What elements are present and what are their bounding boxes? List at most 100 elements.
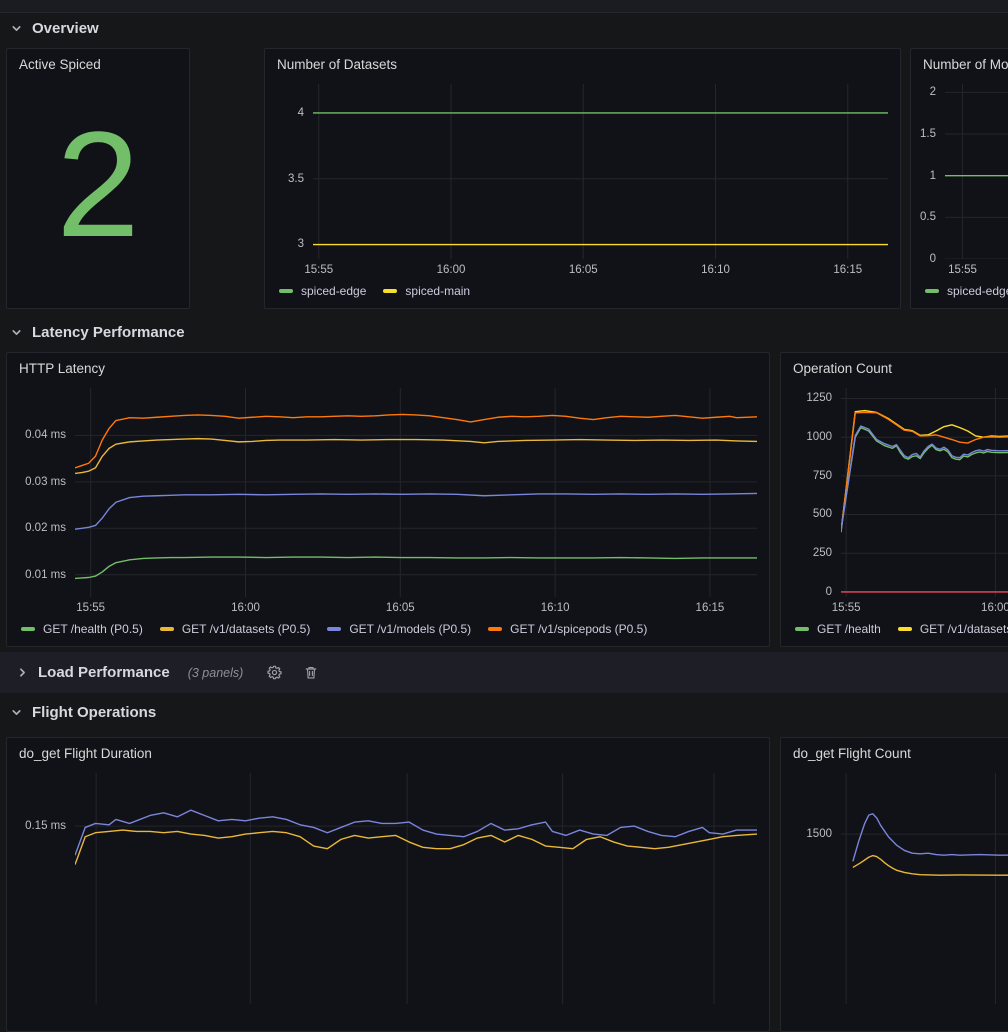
x-axis: 15:5516:00 [841,600,1008,618]
chart-body: 43.53 [269,84,888,259]
y-tick-label: 3 [298,238,304,250]
panel-title[interactable]: Number of Models [911,49,1008,74]
http-latency-chart: 0.04 ms0.03 ms0.02 ms0.01 ms15:5516:0016… [7,378,769,646]
chart-legend: spiced-edge [915,280,1008,302]
x-axis: 15:5516:0016:0516:1016:15 [75,600,757,618]
legend-swatch [488,627,502,631]
x-tick-label: 16:05 [569,264,598,276]
chart-legend: spiced-edge spiced-main [269,280,888,302]
section-title: Load Performance [38,664,170,681]
panel-flight-duration: do_get Flight Duration 0.15 ms [6,737,770,1032]
y-tick-label: 750 [813,470,832,482]
legend-swatch [898,627,912,631]
panel-active-spiced: Active Spiced 2 [6,48,190,309]
y-axis: 43.53 [269,84,313,259]
legend-swatch [21,627,35,631]
y-tick-label: 1250 [806,392,832,404]
chart-legend: GET /health (P0.5) GET /v1/datasets (P0.5… [11,618,757,640]
models-chart: 2 1.5 1 0.5 0 15:55 spiced-edge [911,74,1008,308]
panel-title[interactable]: Active Spiced [7,49,189,74]
x-axis: 15:55 [945,262,1008,280]
y-axis: 125010007505002500 [785,388,841,597]
stat-value: 2 [7,74,189,308]
y-tick-label: 0 [930,253,936,265]
plot-area[interactable] [75,773,757,1004]
legend-item[interactable]: GET /v1/datasets (P0.5) [160,622,311,636]
legend-item[interactable]: spiced-edge [279,284,366,298]
chart-body: 21.510.50 [915,84,1008,259]
plot-area[interactable] [313,84,888,259]
y-axis: 21.510.50 [915,84,945,259]
chart-body: 1500 [785,773,1008,1004]
y-tick-label: 0.01 ms [25,569,66,581]
y-tick-label: 2 [930,86,936,98]
panel-number-of-models: Number of Models 2 1.5 1 0.5 0 15:55 spiced-ed… [910,48,1008,309]
chevron-down-icon [10,326,23,339]
x-tick-label: 16:00 [981,602,1008,614]
x-tick-label: 16:00 [231,602,260,614]
x-tick-label: 15:55 [948,264,977,276]
legend-item[interactable]: GET /v1/datasets [898,622,1008,636]
x-tick-label: 16:10 [541,602,570,614]
legend-swatch [795,627,809,631]
trash-icon[interactable] [304,665,318,680]
y-tick-label: 1000 [806,431,832,443]
y-tick-label: 4 [298,107,304,119]
x-tick-label: 16:15 [833,264,862,276]
legend-swatch [383,289,397,293]
section-title: Flight Operations [32,704,156,721]
chevron-down-icon [10,706,23,719]
y-tick-label: 500 [813,508,832,520]
flight-count-chart: 1500 [781,763,1008,1031]
legend-swatch [925,289,939,293]
y-tick-label: 0.15 ms [25,820,66,832]
chart-body: 0.04 ms0.03 ms0.02 ms0.01 ms [11,388,757,597]
section-header-load-performance[interactable]: Load Performance (3 panels) [0,652,1008,693]
flight-duration-chart: 0.15 ms [7,763,769,1031]
section-title: Latency Performance [32,324,185,341]
y-tick-label: 0.5 [920,211,936,223]
x-tick-label: 16:05 [386,602,415,614]
legend-item[interactable]: spiced-edge [925,284,1008,298]
y-tick-label: 1.5 [920,128,936,140]
chart-legend: GET /health GET /v1/datasets [785,618,1008,640]
panel-title[interactable]: do_get Flight Duration [7,738,769,763]
x-tick-label: 16:10 [701,264,730,276]
x-tick-label: 15:55 [304,264,333,276]
gear-icon[interactable] [267,665,282,680]
x-axis [841,1007,1008,1025]
chevron-down-icon [10,22,23,35]
y-tick-label: 1500 [806,828,832,840]
section-header-overview[interactable]: Overview [10,16,99,40]
plot-area[interactable] [945,84,1008,259]
panel-count-note: (3 panels) [188,666,244,680]
plot-area[interactable] [75,388,757,597]
y-tick-label: 1 [930,170,936,182]
plot-area[interactable] [841,388,1008,597]
x-axis [75,1007,757,1025]
y-tick-label: 3.5 [288,173,304,185]
legend-item[interactable]: spiced-main [383,284,470,298]
section-header-flight-operations[interactable]: Flight Operations [10,700,156,724]
x-tick-label: 16:15 [696,602,725,614]
panel-title[interactable]: do_get Flight Count [781,738,1008,763]
x-tick-label: 15:55 [832,602,861,614]
y-axis: 0.15 ms [11,773,75,1004]
section-header-latency-performance[interactable]: Latency Performance [10,320,185,344]
chevron-right-icon [16,666,29,679]
legend-item[interactable]: GET /v1/models (P0.5) [327,622,471,636]
panel-title[interactable]: HTTP Latency [7,353,769,378]
y-tick-label: 0 [826,586,832,598]
plot-area[interactable] [841,773,1008,1004]
panel-operation-count: Operation Count 12501000750500250015:551… [780,352,1008,647]
y-tick-label: 0.03 ms [25,476,66,488]
panel-flight-count: do_get Flight Count 1500 [780,737,1008,1032]
panel-title[interactable]: Operation Count [781,353,1008,378]
legend-item[interactable]: GET /v1/spicepods (P0.5) [488,622,647,636]
legend-swatch [279,289,293,293]
panel-number-of-datasets: Number of Datasets 43.5315:5516:0016:051… [264,48,901,309]
panel-title[interactable]: Number of Datasets [265,49,900,74]
operation-count-chart: 12501000750500250015:5516:00GET /healthG… [781,378,1008,646]
legend-item[interactable]: GET /health (P0.5) [21,622,143,636]
legend-item[interactable]: GET /health [795,622,881,636]
